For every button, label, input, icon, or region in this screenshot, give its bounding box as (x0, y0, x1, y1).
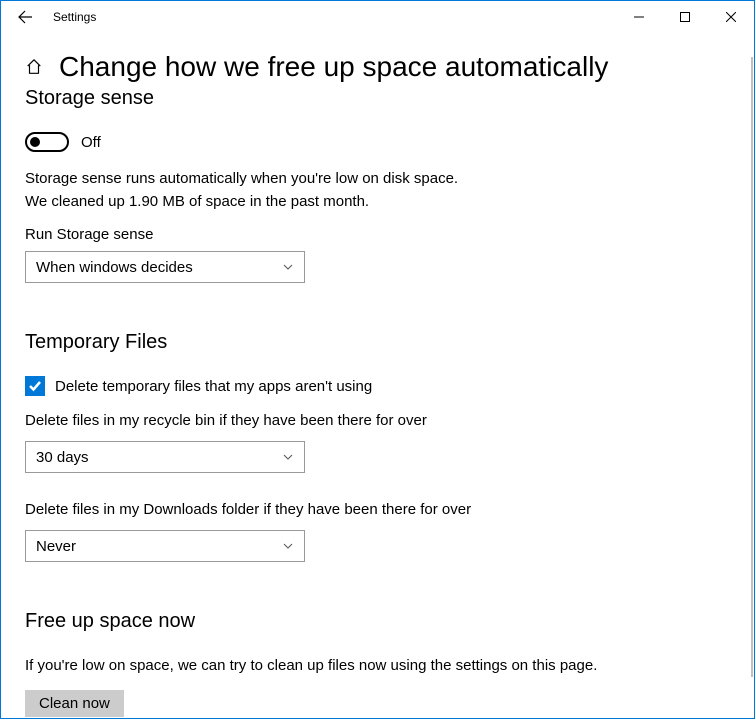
delete-temp-files-label: Delete temporary files that my apps aren… (55, 378, 372, 395)
close-icon (726, 12, 736, 22)
temporary-files-heading: Temporary Files (25, 331, 730, 354)
page-title: Change how we free up space automaticall… (59, 51, 608, 83)
downloads-label: Delete files in my Downloads folder if t… (25, 499, 730, 520)
content-area: Change how we free up space automaticall… (1, 33, 754, 718)
home-icon[interactable] (25, 58, 43, 76)
arrow-left-icon (17, 9, 33, 25)
storage-sense-info-2: We cleaned up 1.90 MB of space in the pa… (25, 191, 730, 212)
minimize-button[interactable] (616, 1, 662, 33)
chevron-down-icon (282, 261, 294, 273)
page-header: Change how we free up space automaticall… (25, 51, 730, 83)
free-up-space-heading: Free up space now (25, 610, 730, 633)
downloads-value: Never (36, 538, 76, 555)
maximize-button[interactable] (662, 1, 708, 33)
delete-temp-files-row: Delete temporary files that my apps aren… (25, 376, 730, 396)
toggle-knob (30, 137, 40, 147)
chevron-down-icon (282, 540, 294, 552)
downloads-dropdown[interactable]: Never (25, 530, 305, 562)
storage-sense-heading: Storage sense (25, 87, 730, 110)
clean-now-button[interactable]: Clean now (25, 690, 124, 717)
window-title: Settings (41, 10, 96, 24)
free-up-space-paragraph: If you're low on space, we can try to cl… (25, 655, 615, 676)
storage-sense-toggle-row: Off (25, 132, 730, 152)
storage-sense-toggle-label: Off (81, 134, 101, 151)
chevron-down-icon (282, 451, 294, 463)
run-storage-sense-value: When windows decides (36, 259, 193, 276)
run-storage-sense-label: Run Storage sense (25, 226, 730, 243)
delete-temp-files-checkbox[interactable] (25, 376, 45, 396)
storage-sense-info-1: Storage sense runs automatically when yo… (25, 168, 730, 189)
run-storage-sense-dropdown[interactable]: When windows decides (25, 251, 305, 283)
close-button[interactable] (708, 1, 754, 33)
minimize-icon (634, 12, 644, 22)
recycle-bin-value: 30 days (36, 449, 89, 466)
titlebar: Settings (1, 1, 754, 33)
recycle-bin-dropdown[interactable]: 30 days (25, 441, 305, 473)
back-button[interactable] (9, 1, 41, 33)
storage-sense-toggle[interactable] (25, 132, 69, 152)
checkmark-icon (28, 379, 42, 393)
recycle-bin-label: Delete files in my recycle bin if they h… (25, 410, 730, 431)
window-controls (616, 1, 754, 33)
maximize-icon (680, 12, 690, 22)
